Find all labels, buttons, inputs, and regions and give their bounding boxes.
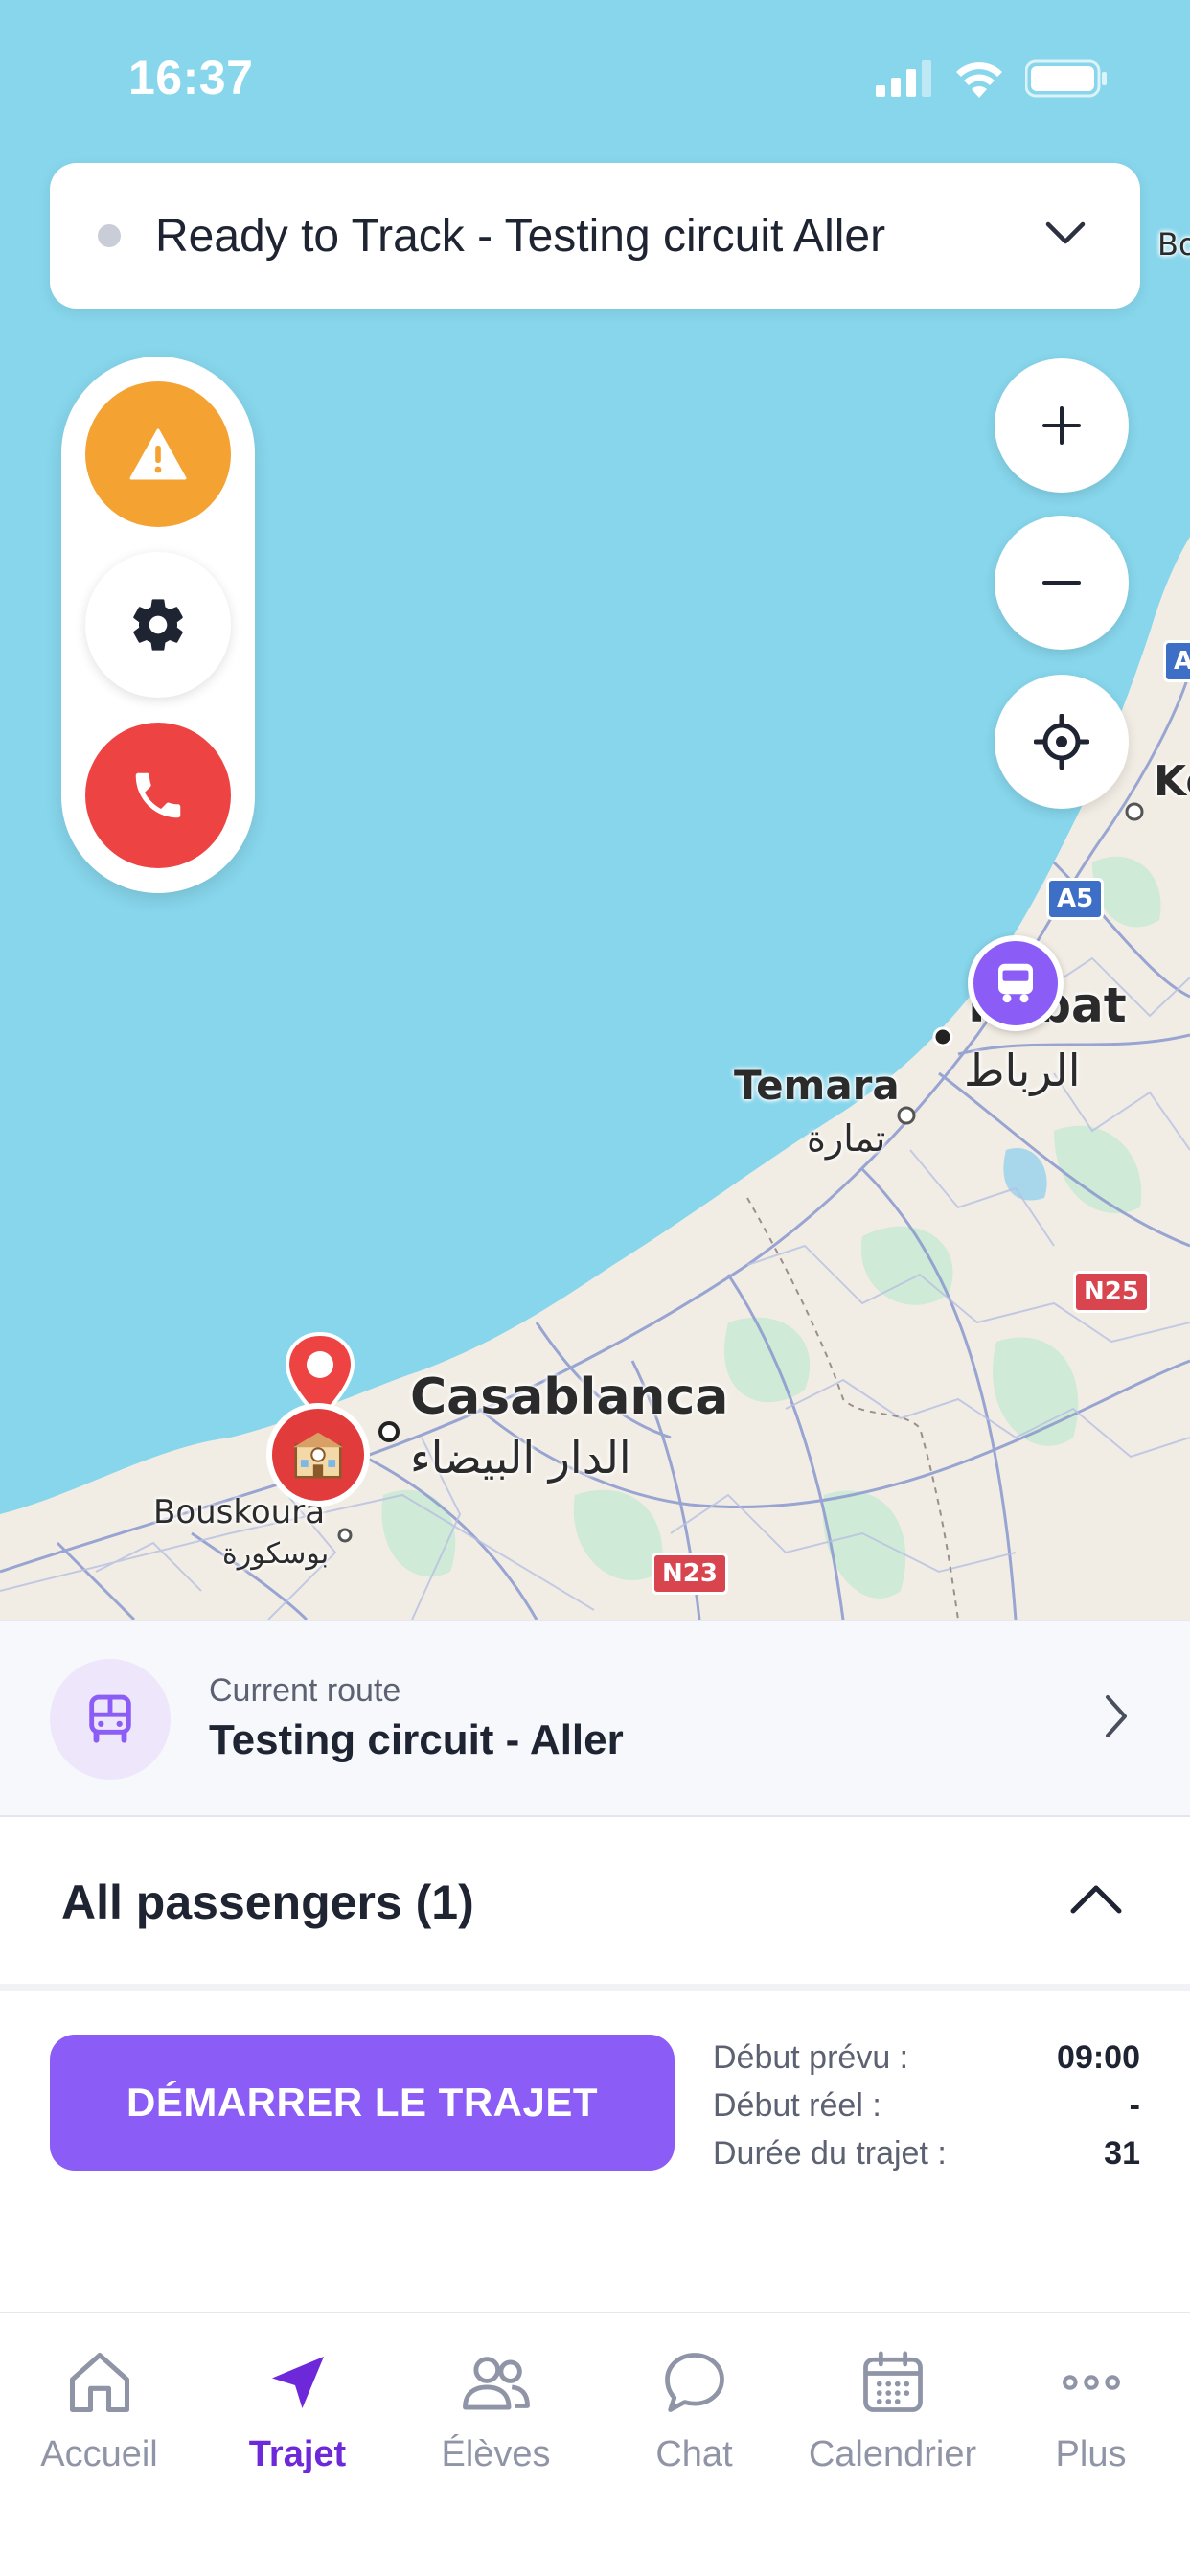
info-value: 31 (1104, 2134, 1140, 2172)
trip-info-table: Début prévu : 09:00 Début réel : - Durée… (713, 2034, 1140, 2177)
zoom-in-button[interactable] (995, 358, 1129, 493)
map-label-rabat-arabic: الرباط (964, 1045, 1081, 1096)
current-route-caption: Current route (209, 1672, 401, 1709)
bus-icon (998, 963, 1033, 1003)
users-icon (462, 2357, 530, 2410)
calendar-icon (862, 2351, 923, 2412)
cellular-signal-icon (876, 60, 931, 97)
more-dots-icon (1062, 2375, 1120, 2390)
call-button[interactable] (85, 723, 231, 868)
info-label: Début prévu : (713, 2038, 909, 2076)
info-value: 09:00 (1057, 2038, 1140, 2076)
tab-label: Plus (1055, 2434, 1127, 2474)
tab-trajet[interactable]: Trajet (198, 2344, 397, 2475)
quick-actions-panel (61, 356, 255, 893)
info-row-planned-start: Début prévu : 09:00 (713, 2034, 1140, 2082)
zoom-out-button[interactable] (995, 516, 1129, 650)
tracking-status-dot (98, 224, 121, 247)
road-shield-n23: N23 (652, 1552, 728, 1595)
tab-calendrier[interactable]: Calendrier (793, 2344, 992, 2475)
warning-icon (129, 428, 187, 480)
tab-label: Chat (655, 2434, 733, 2474)
tab-label: Calendrier (808, 2434, 977, 2474)
current-route-name: Testing circuit - Aller (209, 1716, 624, 1763)
map-label-kenitra: Ke (1154, 757, 1190, 806)
chat-bubble-icon (664, 2353, 724, 2412)
tab-eleves[interactable]: Élèves (397, 2344, 595, 2475)
phone-icon (135, 772, 181, 818)
bus-location-marker[interactable] (968, 935, 1064, 1031)
map-label-casablanca-arabic: الدار البيضاء (410, 1432, 631, 1484)
school-icon (293, 1432, 343, 1479)
recenter-location-button[interactable] (995, 675, 1129, 809)
settings-button[interactable] (85, 552, 231, 698)
tab-chat[interactable]: Chat (595, 2344, 793, 2475)
trip-selector-title: Ready to Track - Testing circuit Aller (155, 210, 886, 262)
map-label-temara-arabic: تمارة (807, 1117, 886, 1160)
chevron-down-icon (1045, 221, 1086, 244)
current-route-card[interactable]: Current route Testing circuit - Aller (0, 1620, 1190, 1817)
info-label: Début réel : (713, 2086, 881, 2124)
start-trip-button[interactable]: DÉMARRER LE TRAJET (50, 2035, 675, 2171)
map-label-casablanca: Casablanca (410, 1368, 729, 1426)
info-value: - (1129, 2086, 1140, 2124)
status-bar-icons (876, 59, 1108, 98)
map-label-temara: Temara (734, 1062, 900, 1109)
info-label: Durée du trajet : (713, 2134, 947, 2172)
tab-accueil[interactable]: Accueil (0, 2344, 198, 2475)
road-shield-n25: N25 (1073, 1271, 1150, 1313)
battery-icon (1025, 59, 1107, 98)
plus-icon (1042, 406, 1081, 445)
map-label-bouskoura-arabic: بوسكورة (222, 1537, 330, 1571)
passengers-title: All passengers (1) (61, 1875, 474, 1929)
gear-icon (133, 599, 183, 651)
tab-label: Élèves (441, 2434, 551, 2474)
passengers-section-header[interactable]: All passengers (1) (0, 1819, 1190, 1991)
tab-label: Accueil (40, 2434, 158, 2474)
report-incident-button[interactable] (85, 381, 231, 527)
road-shield-a5: A5 (1046, 878, 1105, 920)
crosshair-icon (1034, 714, 1089, 770)
trip-selector-dropdown[interactable]: Ready to Track - Testing circuit Aller (50, 163, 1140, 309)
tab-label: Trajet (248, 2434, 347, 2474)
chevron-right-icon (1106, 1695, 1127, 1737)
minus-icon (1042, 581, 1081, 585)
map-label-bo: Bo (1157, 226, 1190, 263)
navigation-arrow-icon (271, 2357, 324, 2408)
status-bar-time: 16:37 (128, 51, 254, 104)
chevron-up-icon (1070, 1885, 1122, 1914)
road-shield-a: A (1163, 640, 1190, 682)
wifi-icon (956, 62, 1002, 98)
tab-plus[interactable]: Plus (992, 2344, 1190, 2475)
home-icon (69, 2352, 129, 2413)
school-marker[interactable] (266, 1403, 370, 1506)
info-row-actual-start: Début réel : - (713, 2082, 1140, 2129)
info-row-trip-duration: Durée du trajet : 31 (713, 2129, 1140, 2177)
route-bus-avatar (50, 1659, 171, 1780)
bus-icon (89, 1694, 131, 1743)
bottom-tab-bar: Accueil Trajet Élèves Chat Calendrier Pl… (0, 2312, 1190, 2576)
